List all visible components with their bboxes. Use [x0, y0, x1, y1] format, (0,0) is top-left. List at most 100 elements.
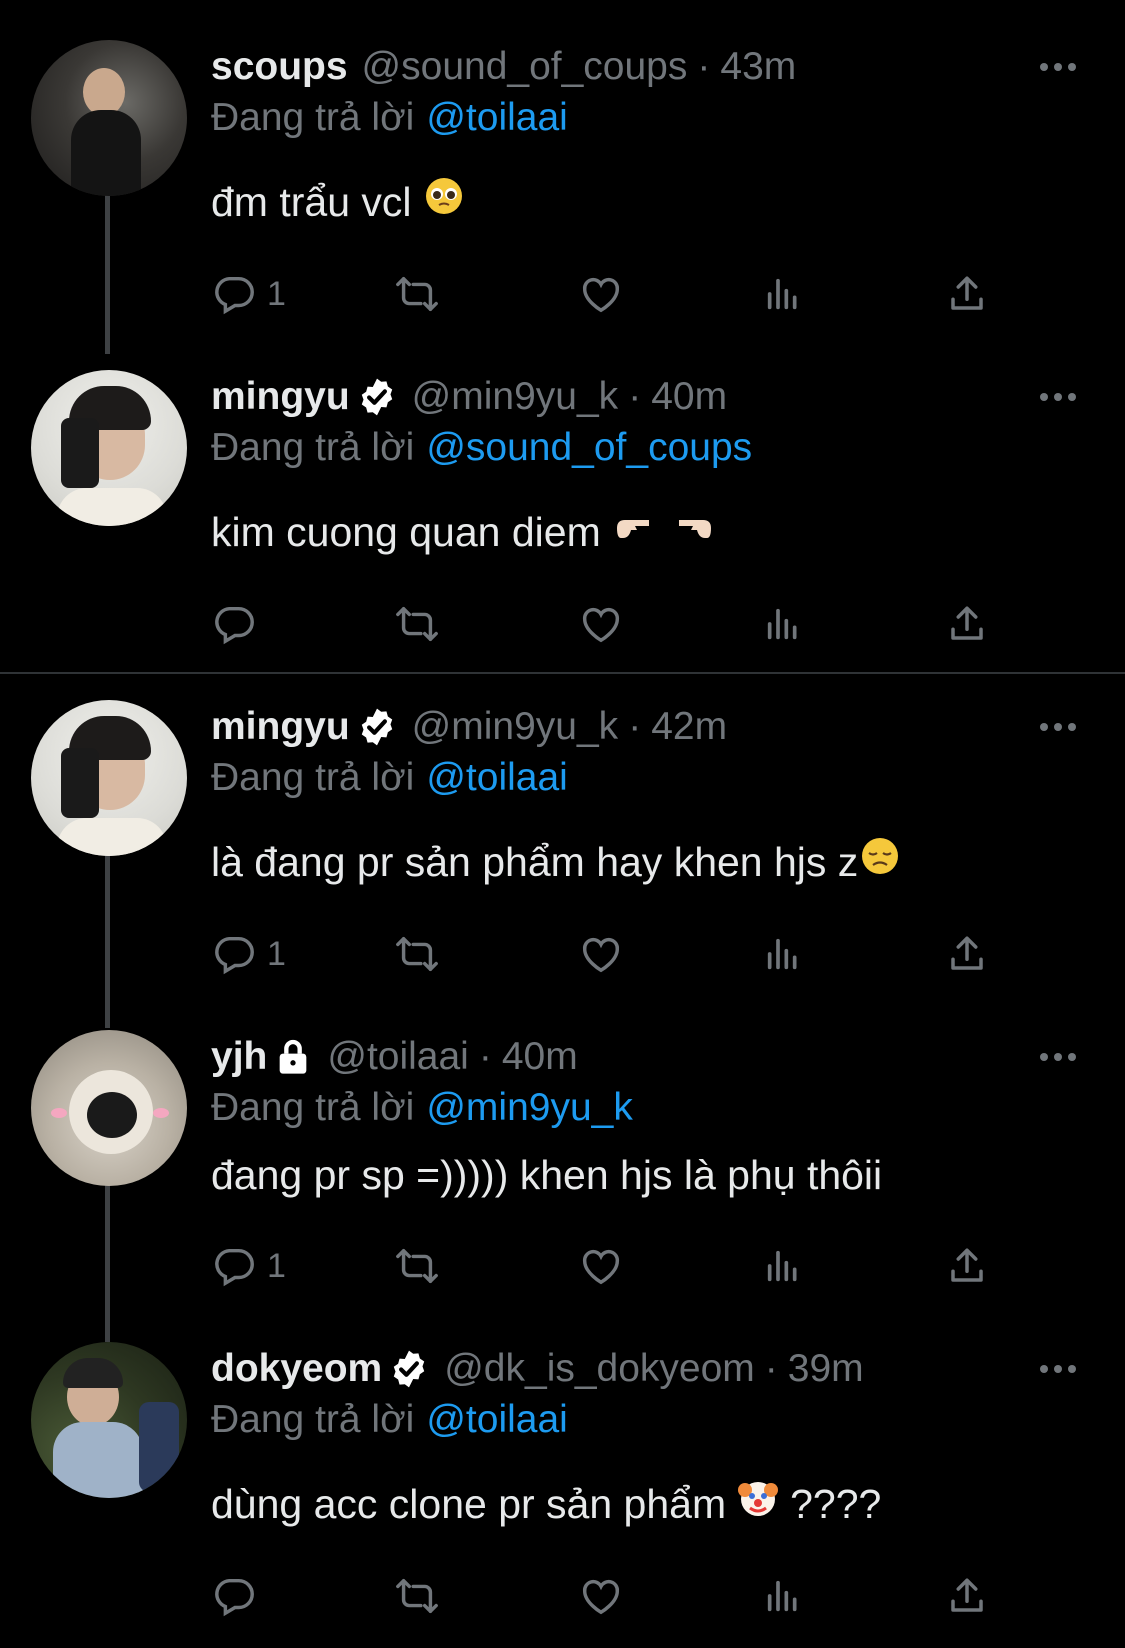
more-options-icon[interactable]	[1040, 57, 1088, 77]
views-button[interactable]	[763, 1240, 803, 1292]
display-name[interactable]: dokyeom	[211, 1345, 382, 1393]
tweet-text-suffix: ????	[790, 1480, 882, 1527]
retweet-button[interactable]	[391, 1570, 443, 1622]
disappointed-face-emoji	[860, 836, 900, 887]
mention-link[interactable]: @toilaai	[426, 756, 568, 799]
share-button[interactable]	[946, 1240, 988, 1292]
reply-icon	[211, 271, 257, 317]
replying-to-label: Đang trả lời	[211, 426, 415, 469]
more-options-icon[interactable]	[1040, 717, 1088, 737]
user-handle[interactable]: @toilaai	[327, 1033, 469, 1081]
like-button[interactable]	[578, 598, 624, 650]
tweet-actions	[211, 1570, 1011, 1622]
more-options-icon[interactable]	[1040, 1359, 1088, 1379]
share-icon	[946, 1243, 988, 1289]
clown-face-emoji	[738, 1478, 779, 1529]
views-icon	[763, 601, 803, 647]
more-options-icon[interactable]	[1040, 387, 1088, 407]
mention-link[interactable]: @toilaai	[426, 1398, 568, 1441]
display-name[interactable]: yjh	[211, 1033, 267, 1081]
display-name[interactable]: scoups	[211, 43, 348, 91]
share-button[interactable]	[946, 928, 988, 980]
like-button[interactable]	[578, 928, 624, 980]
retweet-button[interactable]	[391, 598, 443, 650]
replying-to-label: Đang trả lời	[211, 1398, 415, 1441]
timestamp[interactable]: 39m	[788, 1345, 864, 1393]
reply-icon	[211, 1243, 257, 1289]
avatar[interactable]	[31, 1030, 187, 1186]
reply-icon	[211, 601, 257, 647]
separator-dot: ·	[628, 705, 642, 748]
views-button[interactable]	[763, 598, 803, 650]
retweet-button[interactable]	[391, 928, 443, 980]
tweet-header: mingyu @min9yu_k · 40m	[211, 373, 727, 421]
avatar[interactable]	[31, 1342, 187, 1498]
user-handle[interactable]: @min9yu_k	[412, 373, 619, 421]
heart-icon	[578, 931, 624, 977]
separator-dot: ·	[628, 375, 642, 418]
timestamp[interactable]: 40m	[651, 373, 727, 421]
heart-icon	[578, 601, 624, 647]
mention-link[interactable]: @sound_of_coups	[426, 426, 752, 469]
views-button[interactable]	[763, 268, 803, 320]
reply-icon	[211, 931, 257, 977]
share-button[interactable]	[946, 598, 988, 650]
share-button[interactable]	[946, 1570, 988, 1622]
tweet-header: scoups @sound_of_coups · 43m	[211, 43, 796, 91]
like-button[interactable]	[578, 1240, 624, 1292]
timestamp[interactable]: 43m	[720, 43, 796, 91]
heart-icon	[578, 1243, 624, 1289]
avatar[interactable]	[31, 370, 187, 526]
retweet-icon	[391, 931, 443, 977]
tweet-text: đm trẩu vcl	[211, 176, 464, 227]
retweet-icon	[391, 601, 443, 647]
views-icon	[763, 271, 803, 317]
verified-badge-icon	[388, 1348, 430, 1390]
display-name[interactable]: mingyu	[211, 373, 350, 421]
retweet-button[interactable]	[391, 1240, 443, 1292]
views-button[interactable]	[763, 1570, 803, 1622]
avatar[interactable]	[31, 700, 187, 856]
display-name[interactable]: mingyu	[211, 703, 350, 751]
user-handle[interactable]: @min9yu_k	[412, 703, 619, 751]
user-handle[interactable]: @dk_is_dokyeom	[444, 1345, 755, 1393]
replying-to: Đang trả lời @toilaai	[211, 754, 568, 802]
replying-to: Đang trả lời @toilaai	[211, 1396, 568, 1444]
reply-count: 1	[267, 934, 286, 973]
reply-button[interactable]	[211, 598, 267, 650]
replying-to-label: Đang trả lời	[211, 1086, 415, 1129]
more-options-icon[interactable]	[1040, 1047, 1088, 1067]
mention-link[interactable]: @min9yu_k	[426, 1086, 633, 1129]
tweet-actions	[211, 598, 1011, 650]
thread-line	[105, 194, 110, 354]
timestamp[interactable]: 40m	[502, 1033, 578, 1081]
tweet-text-content: dùng acc clone pr sản phẩm	[211, 1480, 727, 1527]
tweet-text: là đang pr sản phẩm hay khen hjs z	[211, 836, 900, 887]
thread-line	[105, 852, 110, 1028]
reply-count: 1	[267, 1246, 286, 1285]
views-icon	[763, 931, 803, 977]
reply-button[interactable]: 1	[211, 268, 286, 320]
share-icon	[946, 1573, 988, 1619]
tweet-text-content: đang pr sp =))))) khen hjs là phụ thôii	[211, 1152, 883, 1198]
avatar[interactable]	[31, 40, 187, 196]
tweet-text: đang pr sp =))))) khen hjs là phụ thôii	[211, 1150, 882, 1200]
timestamp[interactable]: 42m	[651, 703, 727, 751]
reply-button[interactable]: 1	[211, 928, 286, 980]
views-button[interactable]	[763, 928, 803, 980]
retweet-icon	[391, 271, 443, 317]
like-button[interactable]	[578, 1570, 624, 1622]
replying-to-label: Đang trả lời	[211, 756, 415, 799]
reply-button[interactable]: 1	[211, 1240, 286, 1292]
tweet-actions: 1	[211, 268, 1011, 320]
user-handle[interactable]: @sound_of_coups	[362, 43, 688, 91]
retweet-button[interactable]	[391, 268, 443, 320]
tweet-text: kim cuong quan diem	[211, 506, 715, 557]
reply-button[interactable]	[211, 1570, 267, 1622]
tweet-text-content: đm trẩu vcl	[211, 178, 412, 225]
like-button[interactable]	[578, 268, 624, 320]
mention-link[interactable]: @toilaai	[426, 96, 568, 139]
replying-to-label: Đang trả lời	[211, 96, 415, 139]
share-button[interactable]	[946, 268, 988, 320]
tweet-header: yjh @toilaai · 40m	[211, 1033, 578, 1081]
